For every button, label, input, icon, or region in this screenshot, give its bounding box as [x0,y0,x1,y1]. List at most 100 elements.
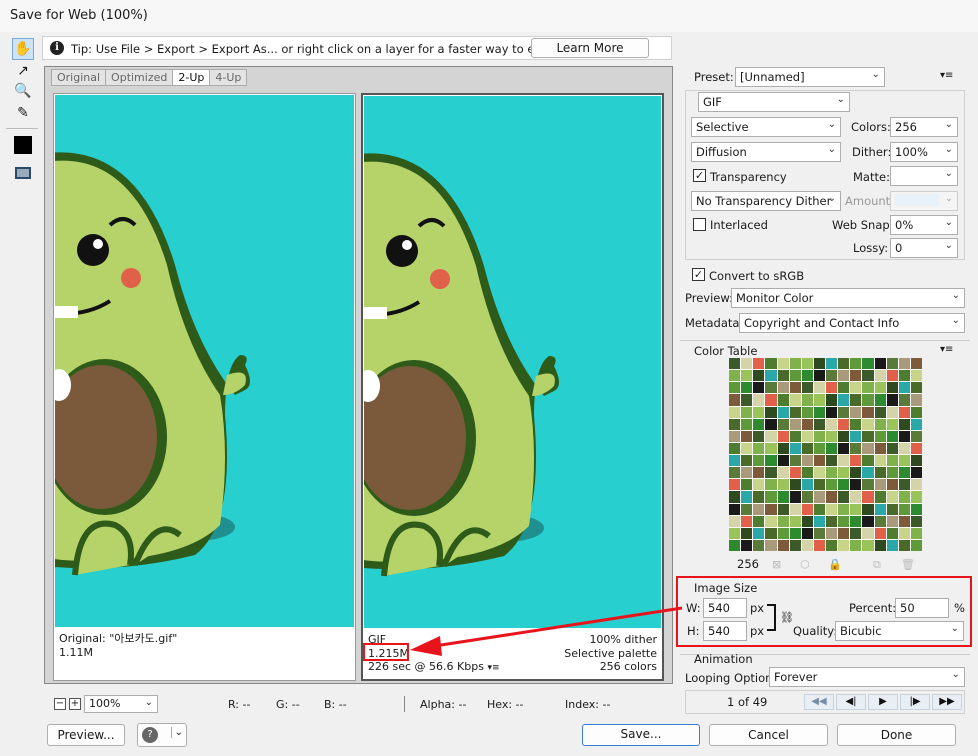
prev-frame-button[interactable]: ◀| [836,694,866,710]
color-swatch[interactable] [765,382,777,394]
color-swatch[interactable] [826,467,838,479]
color-swatch[interactable] [838,418,850,430]
color-swatch[interactable] [898,515,910,527]
toggle-slices-icon[interactable] [12,162,34,184]
color-swatch[interactable] [777,358,789,370]
color-swatch[interactable] [777,406,789,418]
color-swatch[interactable] [729,442,741,454]
color-swatch[interactable] [729,539,741,551]
color-swatch[interactable] [874,455,886,467]
cube-icon[interactable]: ⬡ [800,558,812,571]
learn-more-button[interactable]: Learn More [531,38,649,58]
color-swatch[interactable] [850,358,862,370]
color-swatch[interactable] [741,358,753,370]
color-swatch[interactable] [741,515,753,527]
color-swatch[interactable] [850,479,862,491]
color-swatch[interactable] [765,455,777,467]
color-swatch[interactable] [898,394,910,406]
color-swatch[interactable] [826,430,838,442]
color-swatch[interactable] [838,382,850,394]
color-swatch[interactable] [801,430,813,442]
color-swatch[interactable] [826,515,838,527]
color-swatch[interactable] [898,370,910,382]
color-swatch[interactable] [874,467,886,479]
tab-4up[interactable]: 4-Up [209,69,248,86]
color-swatch[interactable] [765,370,777,382]
eyedropper-tool-icon[interactable]: ✎ [12,102,34,124]
color-reduction-select[interactable]: Selective ⌄ [691,117,841,137]
color-swatch[interactable] [862,394,874,406]
color-swatch[interactable] [826,382,838,394]
color-swatch[interactable] [789,442,801,454]
color-swatch[interactable] [741,527,753,539]
color-swatch[interactable] [886,539,898,551]
color-swatch[interactable] [886,406,898,418]
color-swatch[interactable] [910,455,922,467]
color-swatch[interactable] [862,442,874,454]
color-swatch[interactable] [850,406,862,418]
color-swatch[interactable] [801,442,813,454]
color-swatch[interactable] [826,539,838,551]
color-swatch[interactable] [789,527,801,539]
color-swatch[interactable] [777,394,789,406]
color-swatch[interactable] [729,455,741,467]
metadata-select[interactable]: Copyright and Contact Info ⌄ [739,313,965,333]
dither-algorithm-select[interactable]: Diffusion ⌄ [691,142,841,162]
color-swatch[interactable] [777,442,789,454]
color-swatch[interactable] [729,358,741,370]
color-swatch[interactable] [741,442,753,454]
color-swatch[interactable] [838,358,850,370]
color-swatch[interactable] [801,467,813,479]
convert-srgb-checkbox[interactable]: ✓ [692,268,705,281]
color-swatch[interactable] [898,406,910,418]
color-swatch[interactable] [741,467,753,479]
color-swatch[interactable] [789,382,801,394]
color-swatch[interactable] [838,467,850,479]
color-swatch[interactable] [813,455,825,467]
slice-select-tool-icon[interactable]: ↗ [12,60,34,82]
color-swatch[interactable] [862,503,874,515]
color-swatch[interactable] [910,479,922,491]
color-swatch[interactable] [765,539,777,551]
color-swatch[interactable] [850,527,862,539]
color-swatch[interactable] [741,479,753,491]
color-swatch[interactable] [886,358,898,370]
color-swatch[interactable] [813,479,825,491]
color-swatch[interactable] [838,455,850,467]
color-swatch[interactable] [789,455,801,467]
color-swatch[interactable] [826,418,838,430]
preview-button[interactable]: Preview... [47,724,125,746]
looping-select[interactable]: Forever ⌄ [769,667,965,687]
color-swatch[interactable] [801,358,813,370]
color-swatch[interactable] [729,491,741,503]
color-swatch[interactable] [826,442,838,454]
color-swatch[interactable] [753,382,765,394]
color-swatch[interactable] [753,539,765,551]
color-swatch[interactable] [753,479,765,491]
color-swatch[interactable] [753,503,765,515]
color-swatch[interactable] [826,394,838,406]
color-swatch[interactable] [801,394,813,406]
color-swatch[interactable] [886,370,898,382]
color-swatch[interactable] [874,394,886,406]
color-swatch[interactable] [862,430,874,442]
color-swatch[interactable] [838,442,850,454]
color-swatch[interactable] [765,467,777,479]
color-swatch[interactable] [862,491,874,503]
color-swatch[interactable] [777,430,789,442]
color-swatch[interactable] [826,406,838,418]
color-swatch[interactable] [886,479,898,491]
color-swatch[interactable] [741,430,753,442]
new-color-icon[interactable]: ⧉ [873,558,885,571]
color-swatch[interactable] [862,370,874,382]
dither-input[interactable]: 100% ⌄ [890,142,958,162]
color-swatch[interactable] [898,479,910,491]
color-swatch[interactable] [850,455,862,467]
color-swatch[interactable] [741,382,753,394]
color-swatch[interactable] [813,406,825,418]
color-swatch[interactable] [801,406,813,418]
color-swatch[interactable] [801,539,813,551]
color-swatch[interactable] [838,479,850,491]
color-swatch[interactable] [910,430,922,442]
link-proportions-icon[interactable]: ⛓ [780,611,794,624]
